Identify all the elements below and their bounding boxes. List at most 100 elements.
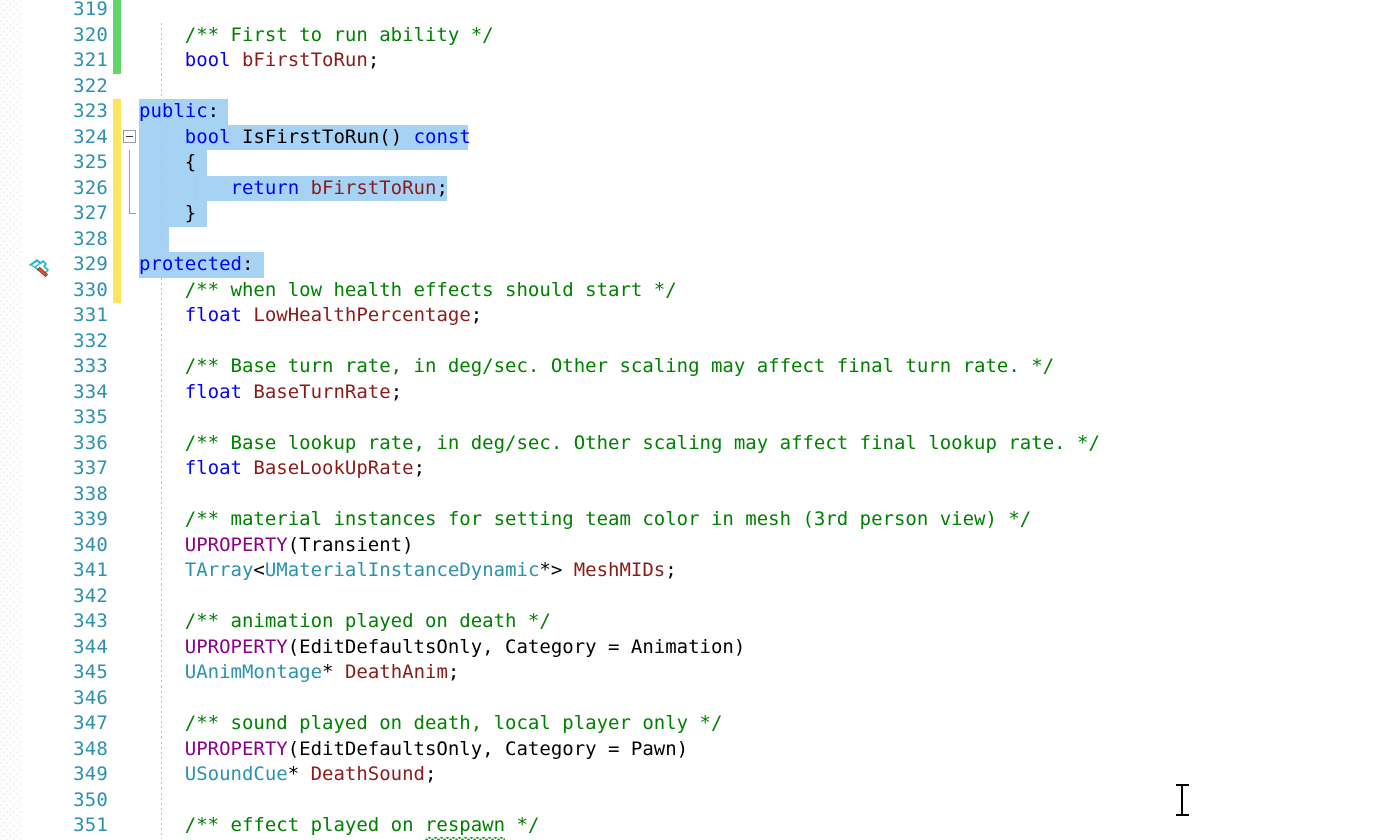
code-line[interactable]: 326 return bFirstToRun; <box>61 175 1400 202</box>
outlining-column[interactable] <box>121 125 138 151</box>
code-line[interactable]: 319 <box>61 0 1400 23</box>
code-line[interactable]: 350 <box>61 787 1400 814</box>
outlining-column[interactable] <box>121 0 138 23</box>
code-line-text[interactable]: /** when low health effects should start… <box>139 278 677 304</box>
outlining-column[interactable] <box>121 227 138 253</box>
code-line-text[interactable]: /** Base lookup rate, in deg/sec. Other … <box>139 431 1100 457</box>
outlining-column[interactable] <box>121 482 138 508</box>
code-line[interactable]: 348 UPROPERTY(EditDefaultsOnly, Category… <box>61 736 1400 763</box>
build-hammer-icon[interactable] <box>28 256 58 278</box>
outlining-column[interactable] <box>121 737 138 763</box>
code-line-text[interactable]: } <box>139 201 196 227</box>
code-line[interactable]: 342 <box>61 583 1400 610</box>
code-line[interactable]: 343 /** animation played on death */ <box>61 609 1400 635</box>
code-editor[interactable]: 319 320 /** First to run ability */321 bo… <box>0 0 1400 840</box>
change-bar-unsaved <box>113 99 121 125</box>
code-line[interactable]: 322 <box>61 73 1400 100</box>
code-line[interactable]: 339 /** material instances for setting t… <box>61 507 1400 533</box>
outlining-column[interactable] <box>121 660 138 686</box>
code-line[interactable]: 323 public: <box>61 99 1400 125</box>
code-line-text[interactable]: /** animation played on death */ <box>139 609 551 635</box>
code-token-plain: * <box>322 661 345 683</box>
outlining-column[interactable] <box>121 175 138 201</box>
code-line-text[interactable]: /** First to run ability */ <box>139 23 494 49</box>
outlining-column[interactable] <box>121 48 138 74</box>
code-line[interactable]: 345 UAnimMontage* DeathAnim; <box>61 660 1400 686</box>
code-line-text[interactable]: return bFirstToRun; <box>139 176 448 202</box>
code-line[interactable]: 337 float BaseLookUpRate; <box>61 456 1400 482</box>
outlining-column[interactable] <box>121 762 138 788</box>
outlining-column[interactable] <box>121 74 138 100</box>
code-line-text[interactable]: USoundCue* DeathSound; <box>139 762 437 788</box>
code-line-text[interactable]: protected: <box>139 252 253 278</box>
outlining-column[interactable] <box>121 813 138 839</box>
outlining-column[interactable] <box>121 507 138 533</box>
fold-collapse-icon[interactable] <box>123 129 136 143</box>
outlining-column[interactable] <box>121 303 138 329</box>
code-line[interactable]: 347 /** sound played on death, local pla… <box>61 711 1400 737</box>
code-line[interactable]: 332 <box>61 328 1400 355</box>
code-line[interactable]: 325 { <box>61 150 1400 176</box>
code-line[interactable]: 329 protected: <box>61 252 1400 278</box>
code-line[interactable]: 328 <box>61 226 1400 253</box>
code-line-text[interactable]: /** effect played on respawn */ <box>139 813 539 839</box>
code-line[interactable]: 351 /** effect played on respawn */ <box>61 813 1400 839</box>
outlining-column[interactable] <box>121 329 138 355</box>
code-line[interactable]: 331 float LowHealthPercentage; <box>61 303 1400 329</box>
spellcheck-squiggle: respawn <box>424 813 506 839</box>
outlining-column[interactable] <box>121 380 138 406</box>
code-line-text[interactable]: /** sound played on death, local player … <box>139 711 723 737</box>
code-line[interactable]: 346 <box>61 685 1400 712</box>
code-line-text[interactable]: TArray<UMaterialInstanceDynamic*> MeshMI… <box>139 558 677 584</box>
outlining-column[interactable] <box>121 431 138 457</box>
outlining-column[interactable] <box>121 354 138 380</box>
outlining-column[interactable] <box>121 278 138 304</box>
outlining-column[interactable] <box>121 456 138 482</box>
code-line[interactable]: 334 float BaseTurnRate; <box>61 379 1400 406</box>
code-line-text[interactable]: public: <box>139 99 219 125</box>
code-line-text[interactable]: bool IsFirstToRun() const <box>139 125 471 151</box>
code-line[interactable]: 327 } <box>61 201 1400 227</box>
outlining-column[interactable] <box>121 609 138 635</box>
code-line-text[interactable]: float BaseLookUpRate; <box>139 456 425 482</box>
code-line[interactable]: 349 USoundCue* DeathSound; <box>61 762 1400 788</box>
code-line[interactable]: 341 TArray<UMaterialInstanceDynamic*> Me… <box>61 558 1400 584</box>
code-line-text[interactable]: /** material instances for setting team … <box>139 507 1031 533</box>
code-surface[interactable]: 319 320 /** First to run ability */321 bo… <box>61 0 1400 840</box>
code-line-text[interactable]: float BaseTurnRate; <box>139 380 402 406</box>
outlining-column[interactable] <box>121 635 138 661</box>
outlining-column[interactable] <box>121 23 138 49</box>
outlining-column[interactable] <box>121 558 138 584</box>
code-line[interactable]: 324 bool IsFirstToRun() const <box>61 124 1400 151</box>
code-line-text[interactable]: { <box>139 150 196 176</box>
editor-glyph-margin[interactable] <box>22 0 61 840</box>
code-line[interactable]: 340 UPROPERTY(Transient) <box>61 532 1400 559</box>
code-line-text[interactable]: bool bFirstToRun; <box>139 48 380 74</box>
outlining-column[interactable] <box>121 686 138 712</box>
outlining-column[interactable] <box>121 252 138 278</box>
outlining-column[interactable] <box>121 99 138 125</box>
code-token-comment: /** material instances for setting team … <box>184 508 1032 530</box>
code-line-text[interactable]: UPROPERTY(EditDefaultsOnly, Category = A… <box>139 635 746 661</box>
outlining-column[interactable] <box>121 405 138 431</box>
code-line[interactable]: 335 <box>61 405 1400 431</box>
code-line[interactable]: 344 UPROPERTY(EditDefaultsOnly, Category… <box>61 634 1400 661</box>
code-line[interactable]: 336 /** Base lookup rate, in deg/sec. Ot… <box>61 430 1400 457</box>
outlining-column[interactable] <box>121 150 138 176</box>
code-line-text[interactable]: UPROPERTY(Transient) <box>139 533 414 559</box>
code-line-text[interactable]: float LowHealthPercentage; <box>139 303 482 329</box>
code-line-text[interactable]: UPROPERTY(EditDefaultsOnly, Category = P… <box>139 737 688 763</box>
outlining-column[interactable] <box>121 201 138 227</box>
code-line[interactable]: 330 /** when low health effects should s… <box>61 277 1400 304</box>
code-line[interactable]: 338 <box>61 481 1400 508</box>
outlining-column[interactable] <box>121 584 138 610</box>
code-line-text[interactable]: UAnimMontage* DeathAnim; <box>139 660 460 686</box>
outlining-column[interactable] <box>121 788 138 814</box>
outlining-column[interactable] <box>121 711 138 737</box>
code-line[interactable]: 320 /** First to run ability */ <box>61 22 1400 49</box>
code-line[interactable]: 321 bool bFirstToRun; <box>61 48 1400 74</box>
code-line-text[interactable]: /** Base turn rate, in deg/sec. Other sc… <box>139 354 1054 380</box>
code-token-macro: UPROPERTY <box>184 737 288 760</box>
outlining-column[interactable] <box>121 533 138 559</box>
code-line[interactable]: 333 /** Base turn rate, in deg/sec. Othe… <box>61 354 1400 380</box>
